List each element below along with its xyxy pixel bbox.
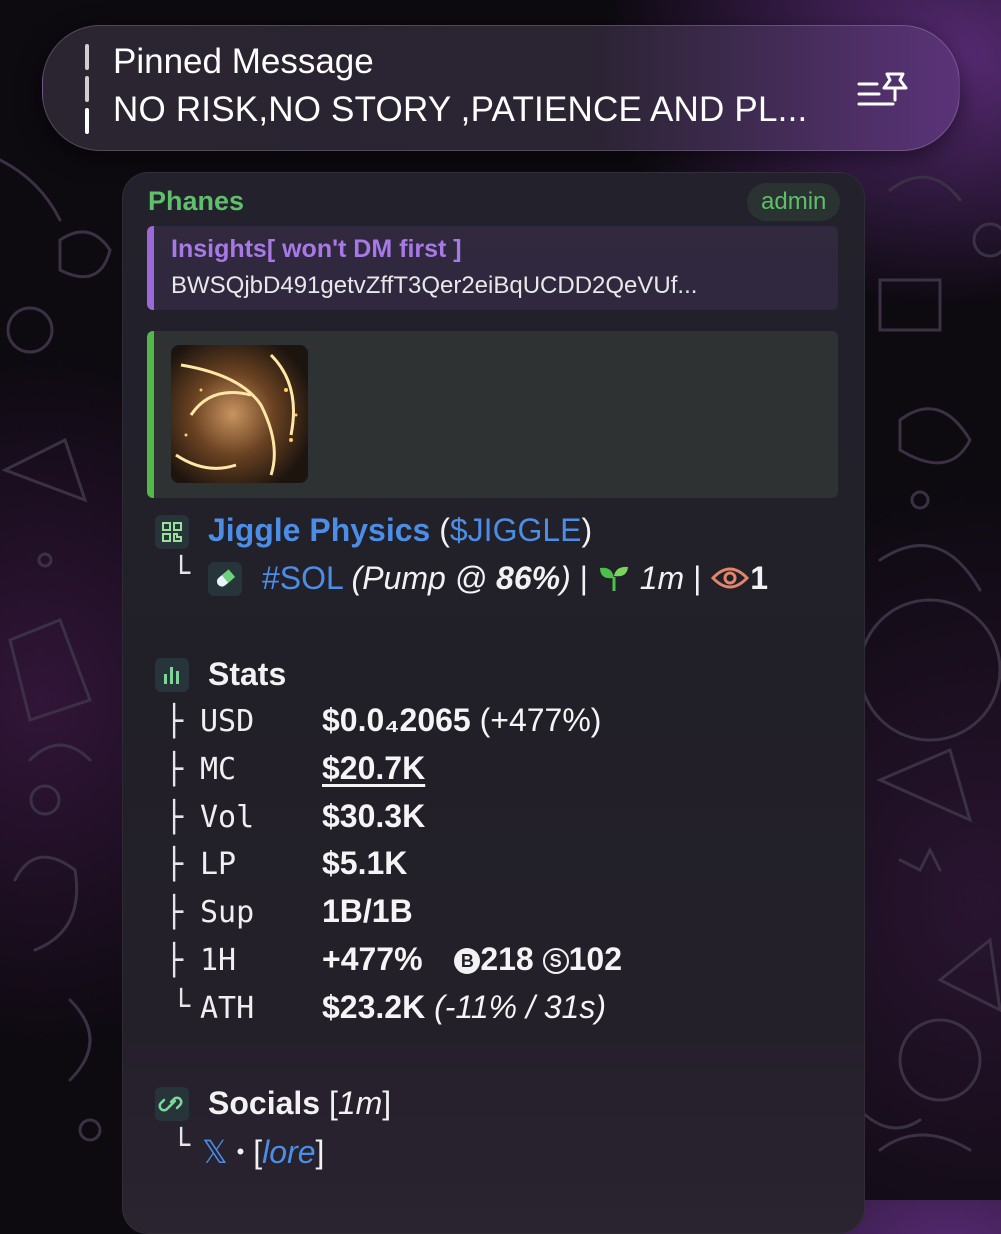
sells-count: 102 — [568, 941, 622, 977]
link-icon — [155, 1087, 189, 1121]
tree-branch: ├ — [165, 943, 184, 978]
pump-prefix: (Pump @ — [351, 560, 497, 596]
lore-link[interactable]: lore — [262, 1134, 315, 1170]
tree-branch: └ — [172, 989, 191, 1024]
token-age: 1m — [639, 560, 685, 596]
socials-dot: • — [236, 1139, 245, 1164]
stat-ath-value: $23.2K — [322, 989, 426, 1025]
buys-count: 218 — [480, 941, 534, 977]
pinned-text[interactable]: NO RISK,NO STORY ,PATIENCE AND PL... — [113, 90, 807, 130]
socials-label: Socials — [208, 1085, 321, 1121]
tree-branch: ├ — [165, 704, 184, 739]
socials-age: 1m — [337, 1085, 383, 1121]
stat-key-vol: Vol — [200, 800, 255, 835]
stat-1h-value: +477% — [322, 941, 423, 977]
sender-name[interactable]: Phanes — [148, 186, 244, 217]
stat-lp-text: $5.1K — [322, 845, 408, 881]
seedling-icon — [599, 566, 628, 591]
pinned-title: Pinned Message — [113, 42, 374, 81]
stat-sup-text: 1B/1B — [322, 893, 413, 929]
pinned-indicator — [85, 44, 91, 134]
stat-vol-text: $30.3K — [322, 798, 426, 834]
stat-1h: +477% B 218 S 102 — [322, 941, 622, 978]
buys-icon: B — [454, 948, 481, 974]
stat-key-1h: 1H — [200, 943, 237, 978]
socials-heading: Socials [1m] — [208, 1085, 392, 1121]
stat-key-lp: LP — [200, 847, 237, 882]
stat-usd-value: $0.0₄2065 — [322, 702, 471, 738]
stat-ath: $23.2K (-11% / 31s) — [322, 989, 606, 1026]
paren-open: ( — [439, 512, 450, 548]
paren-close: ) — [581, 512, 593, 548]
tree-branch: ├ — [165, 847, 184, 882]
stat-mc-link[interactable]: $20.7K — [322, 750, 425, 786]
token-name-link[interactable]: Jiggle Physics — [208, 512, 430, 548]
tree-branch: ├ — [165, 895, 184, 930]
tree-branch: ├ — [165, 800, 184, 835]
tree-branch: └ — [172, 1128, 191, 1163]
tree-branch: ├ — [165, 752, 184, 787]
reply-text: BWSQjbD491getvZffT3Qer2eiBqUCDD2QeVUf... — [171, 272, 698, 299]
chain-hashtag[interactable]: #SOL — [262, 560, 343, 596]
stat-mc-value[interactable]: $20.7K — [322, 750, 425, 787]
pinned-list-icon[interactable] — [855, 70, 913, 112]
stat-usd-change: (+477%) — [479, 702, 602, 738]
admin-badge: admin — [747, 183, 841, 221]
token-image[interactable] — [171, 345, 308, 483]
stat-usd: $0.0₄2065 (+477%) — [322, 702, 601, 739]
stat-key-sup: Sup — [200, 895, 255, 930]
sells-icon: S — [542, 948, 569, 974]
stat-ath-change: (-11% / 31s) — [434, 989, 606, 1025]
stat-vol-value: $30.3K — [322, 798, 425, 835]
token-meta: #SOL (Pump @ 86%) | 1m | 1 — [262, 560, 768, 597]
separator: | — [579, 560, 588, 596]
eye-icon — [711, 567, 750, 589]
token-ticker-link[interactable]: $JIGGLE — [450, 512, 582, 548]
separator-2: | — [693, 560, 702, 596]
pump-percent: 86% — [496, 560, 561, 596]
stat-lp-value: $5.1K — [322, 845, 407, 882]
stat-sup-value: 1B/1B — [322, 893, 413, 930]
view-count: 1 — [750, 560, 769, 596]
reply-author: Insights[ won't DM first ] — [171, 235, 462, 263]
stat-key-usd: USD — [200, 704, 255, 739]
token-title: Jiggle Physics ($JIGGLE) — [208, 512, 592, 549]
socials-links: 𝕏 • [lore] — [202, 1134, 325, 1170]
qr-icon — [155, 515, 189, 549]
stats-heading: Stats — [208, 656, 287, 692]
pump-suffix: ) — [560, 560, 571, 596]
bar-chart-icon — [155, 658, 189, 692]
x-link[interactable]: 𝕏 — [202, 1134, 228, 1170]
stat-key-mc: MC — [200, 752, 237, 787]
tree-branch: └ — [172, 556, 191, 591]
stat-key-ath: ATH — [200, 991, 255, 1026]
pill-icon — [208, 562, 242, 596]
